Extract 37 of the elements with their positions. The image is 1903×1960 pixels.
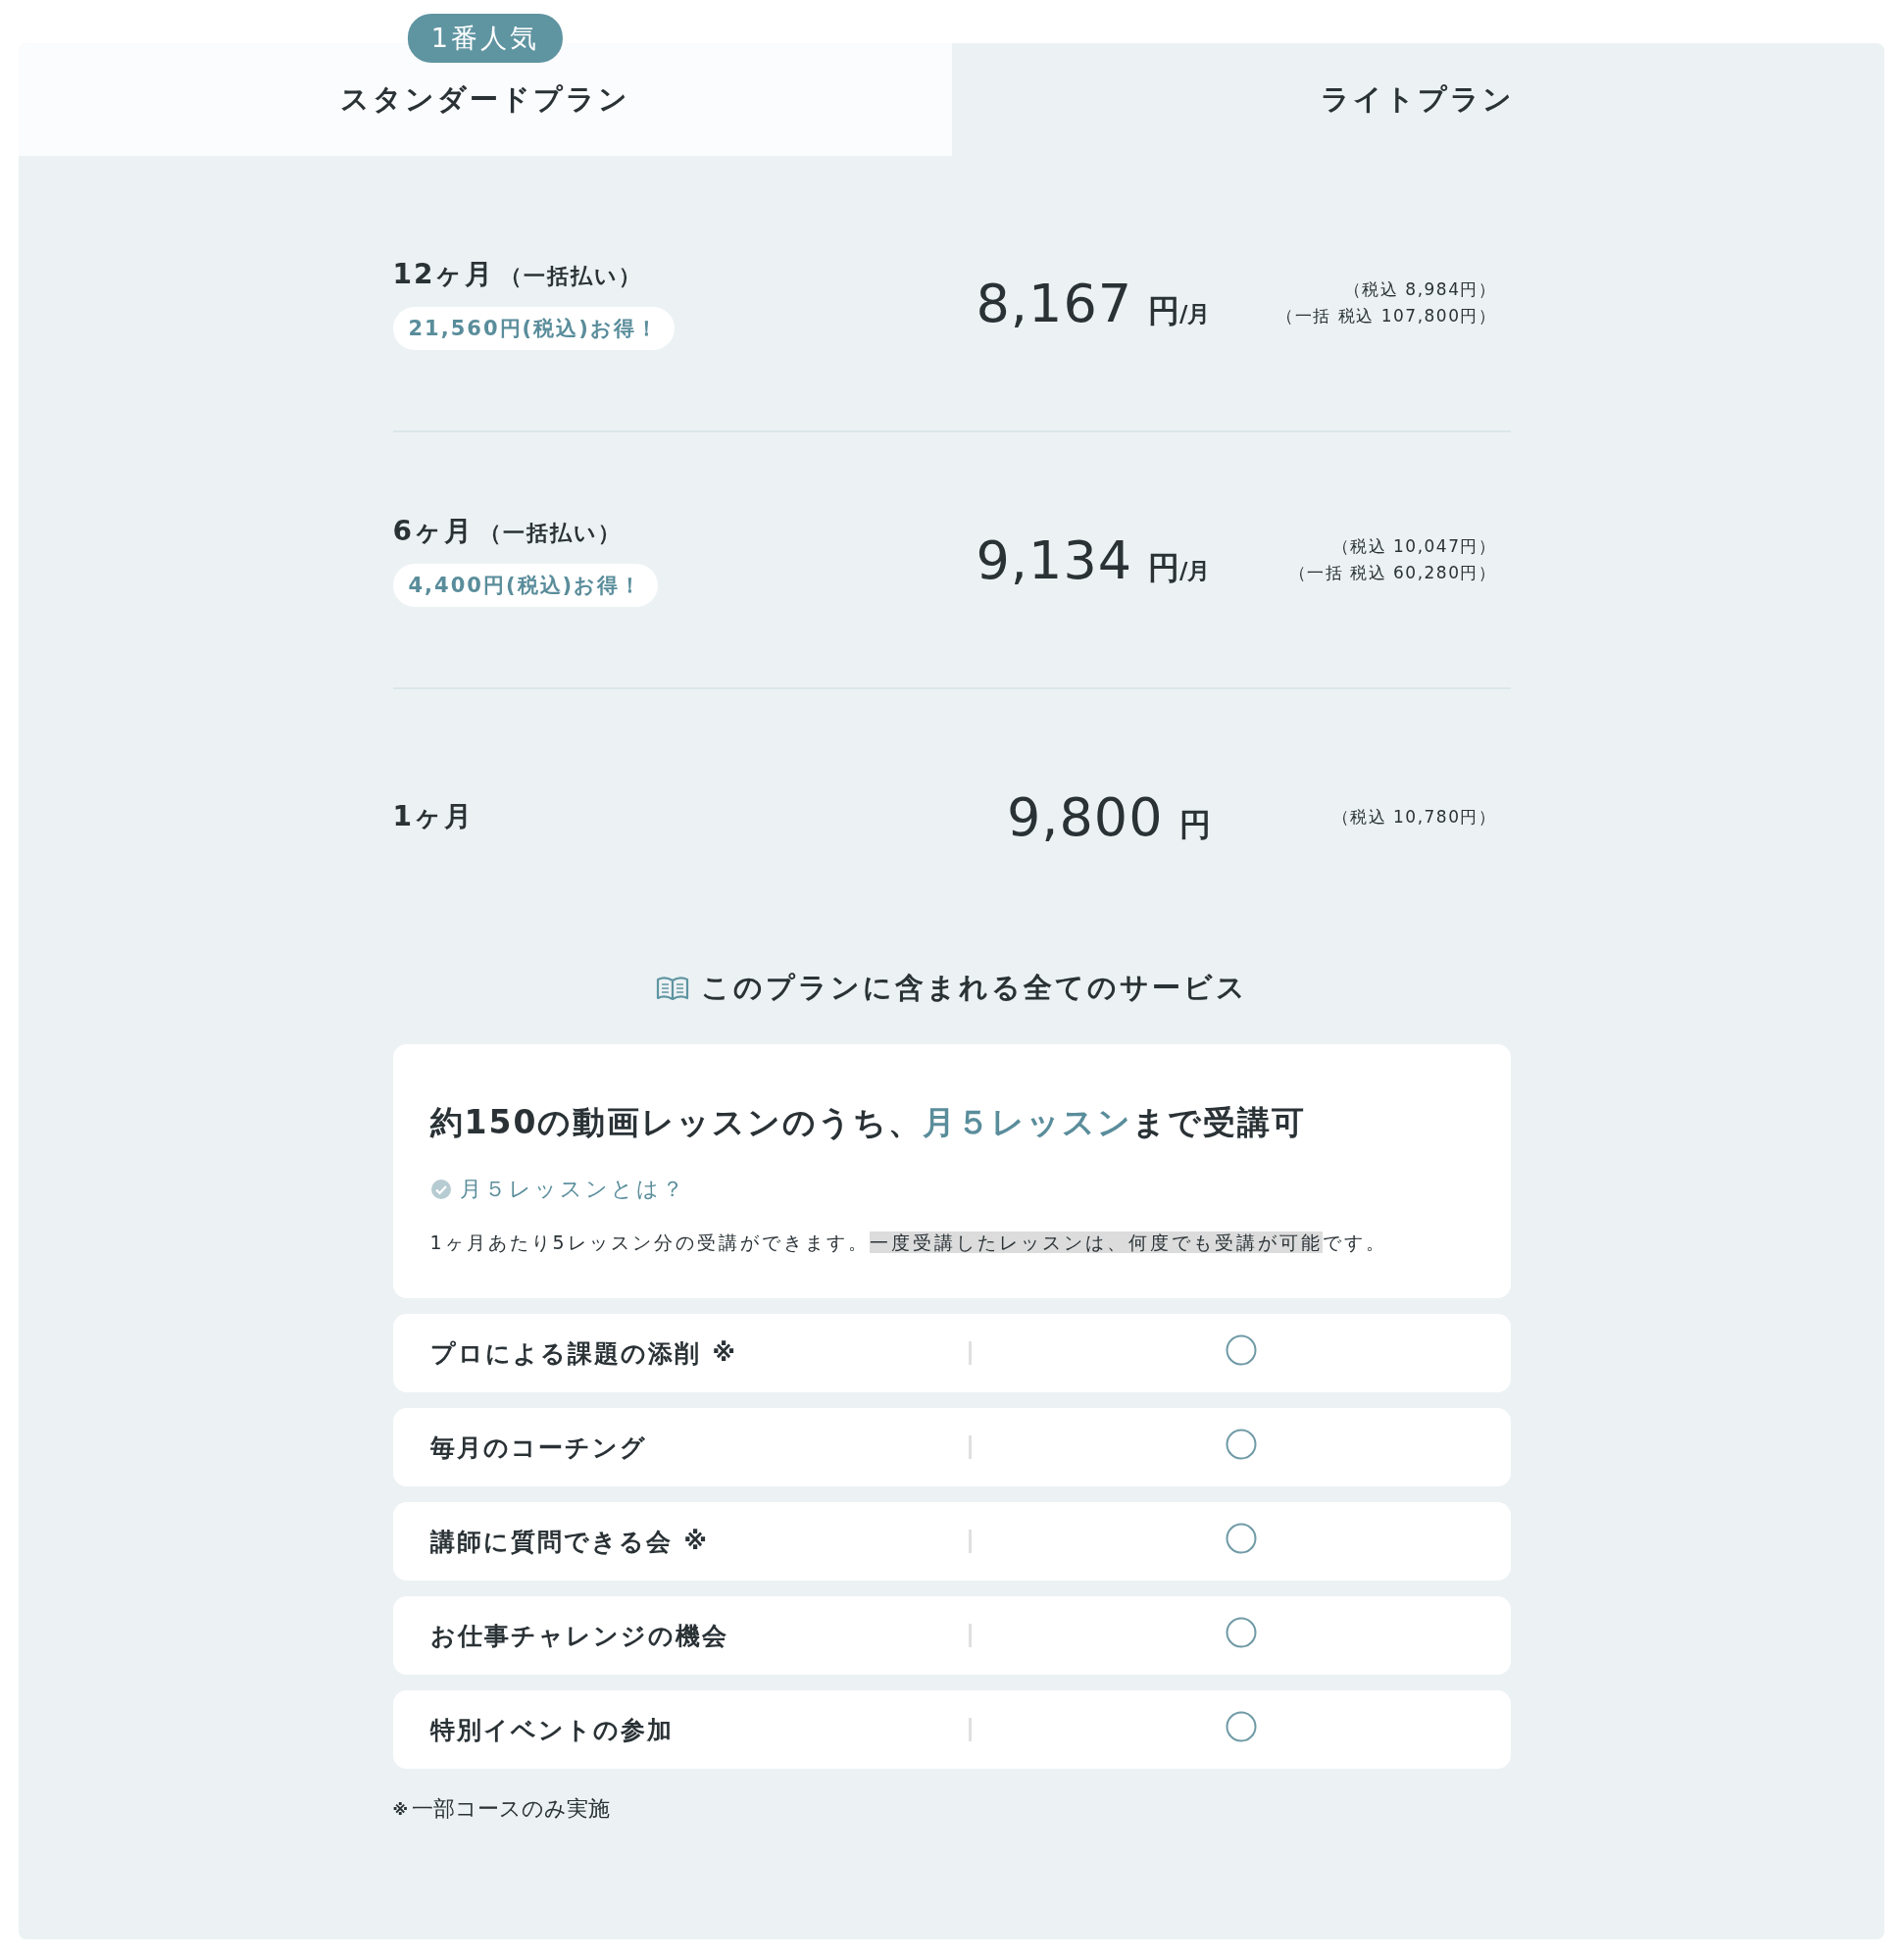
price-amount: 9,134 [976,528,1133,591]
section-heading: このプランに含まれる全てのサービス [700,970,1248,1006]
check-icon [429,1179,452,1200]
book-icon [655,976,689,1001]
saving-pill: 4,400円(税込)お得！ [392,564,659,607]
price-amount: 8,167 [976,272,1133,334]
footnote: 一部コースのみ実施 [412,1795,611,1823]
plan-term: 6ヶ月 [392,514,474,549]
note-mark: ※ [712,1339,735,1367]
tax-note: （一括 税込 60,280円） [1288,562,1497,584]
payment-note: （一括払い） [500,263,643,290]
tax-note: （税込 10,047円） [1331,535,1497,558]
info-link[interactable]: 月５レッスンとは？ [459,1175,686,1204]
price-unit: 円 [1178,804,1211,845]
note-mark: ※ [683,1528,707,1555]
plan-term: 12ヶ月 [392,257,495,292]
note-mark: ※ [392,1799,409,1819]
tax-note: （税込 10,780円） [1331,805,1497,829]
price-amount: 9,800 [1006,785,1164,848]
price-unit: 円 [1148,547,1180,588]
tax-note: （税込 8,984円） [1343,278,1497,301]
price-unit: 円 [1148,290,1180,331]
popular-badge: 1番人気 [407,14,563,63]
lesson-description: 1ヶ月あたり5レッスン分の受講ができます。一度受講したレッスンは、何度でも受講が可能 です。 [429,1231,1388,1255]
price-period: /月 [1179,300,1211,328]
feature-label: お仕事チャレンジの機会 [429,1620,728,1652]
feature-label: 毎月のコーチング [429,1432,647,1464]
feature-label: 講師に質問できる会 [429,1526,673,1558]
saving-pill: 21,560円(税込)お得！ [392,307,675,350]
plan-term: 1ヶ月 [392,799,474,834]
feature-label: プロによる課題の添削 [429,1337,701,1370]
lesson-heading: 約150の動画レッスンのうち、月５レッスン まで受講可 [429,1102,1308,1143]
feature-label: 特別イベントの参加 [429,1714,674,1746]
plan-tab[interactable]: ライトプラン [951,43,1884,156]
payment-note: （一括払い） [479,520,622,547]
tax-note: （一括 税込 107,800円） [1277,305,1497,327]
price-period: /月 [1179,557,1211,585]
